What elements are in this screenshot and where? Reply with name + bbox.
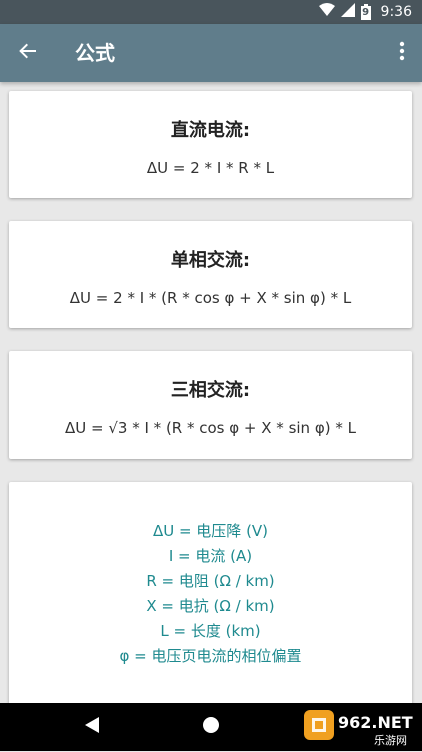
arrow-left-icon — [18, 41, 38, 65]
legend-card: ΔU = 电压降 (V) I = 电流 (A) R = 电阻 (Ω / km) … — [9, 482, 412, 722]
wifi-icon — [318, 3, 335, 21]
legend-item: ΔU = 电压降 (V) — [152, 522, 269, 540]
card-formula: ΔU = 2 * I * (R * cos φ + X * sin φ) * L — [69, 289, 352, 307]
card-title: 直流电流: — [170, 120, 251, 141]
card-formula: ΔU = √3 * I * (R * cos φ + X * sin φ) * … — [65, 419, 356, 437]
legend-item: X = 电抗 (Ω / km) — [146, 597, 275, 615]
page-title: 公式 — [75, 41, 115, 65]
battery-icon: 9 — [360, 4, 371, 20]
card-title: 三相交流: — [170, 380, 251, 401]
legend-item: I = 电流 (A) — [168, 547, 253, 565]
watermark-site: 乐游网 — [374, 734, 407, 747]
app-bar: 公式 — [0, 24, 422, 82]
status-bar: 9 9:36 — [0, 0, 422, 24]
watermark-logo: 962.NET 乐游网 — [304, 708, 416, 748]
formula-card-three-phase: 三相交流: ΔU = √3 * I * (R * cos φ + X * sin… — [9, 351, 412, 459]
card-formula: ΔU = 2 * I * R * L — [146, 159, 275, 177]
circle-home-icon — [202, 716, 220, 738]
triangle-back-icon — [84, 716, 100, 738]
legend-item: φ = 电压页电流的相位偏置 — [119, 647, 302, 665]
card-title: 单相交流: — [170, 250, 251, 271]
more-vert-icon — [399, 41, 405, 65]
nav-back-button[interactable] — [68, 703, 116, 751]
watermark-brand: 962.NET — [338, 713, 413, 732]
status-icons: 9 9:36 — [318, 3, 412, 21]
back-button[interactable] — [8, 33, 48, 73]
battery-level: 9 — [362, 7, 370, 18]
legend-item: L = 长度 (km) — [160, 622, 261, 640]
overflow-menu-button[interactable] — [388, 33, 416, 73]
navigation-bar: 962.NET 乐游网 — [0, 703, 422, 751]
formula-card-single-phase: 单相交流: ΔU = 2 * I * (R * cos φ + X * sin … — [9, 221, 412, 328]
legend-item: R = 电阻 (Ω / km) — [146, 572, 275, 590]
signal-icon — [340, 3, 355, 21]
status-time: 9:36 — [380, 4, 412, 20]
nav-home-button[interactable] — [187, 703, 235, 751]
formula-card-dc: 直流电流: ΔU = 2 * I * R * L — [9, 91, 412, 198]
